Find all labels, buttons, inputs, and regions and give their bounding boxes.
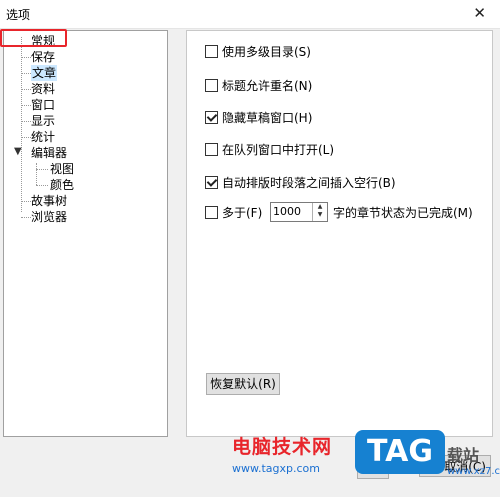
window-title: 选项: [6, 8, 31, 22]
article-options-panel: 使用多级目录(S) 标题允许重名(N) 隐藏草稿窗口(H) 在队列窗口中打开(L…: [186, 30, 493, 437]
stepper-down-icon[interactable]: ▼: [313, 211, 327, 219]
tree-connector-line: [21, 37, 22, 212]
tree-item-window[interactable]: 窗口: [31, 97, 55, 113]
tree-connector-line: [36, 169, 48, 170]
option-more-than[interactable]: 多于(F): [205, 205, 262, 221]
checkbox-allow-duplicate-titles[interactable]: [205, 79, 218, 92]
tree-item-view[interactable]: 视图: [50, 161, 74, 177]
checkbox-open-in-queue[interactable]: [205, 143, 218, 156]
tree-connector-line: [21, 137, 31, 138]
stepper-up-icon[interactable]: ▲: [313, 203, 327, 211]
tree-item-statistics[interactable]: 统计: [31, 129, 55, 145]
checkbox-multilevel-toc[interactable]: [205, 45, 218, 58]
watermark-url: www.tagxp.com: [232, 462, 320, 475]
option-multilevel-toc[interactable]: 使用多级目录(S): [205, 44, 311, 60]
restore-defaults-button[interactable]: 恢复默认(R): [206, 373, 280, 395]
tree-connector-line: [36, 163, 37, 185]
option-label: 隐藏草稿窗口(H): [222, 111, 313, 125]
watermark-side-text: 载站: [447, 446, 480, 465]
word-count-input[interactable]: [271, 203, 311, 219]
stepper-arrows[interactable]: ▲ ▼: [312, 203, 327, 221]
option-label: 标题允许重名(N): [222, 79, 313, 93]
checkbox-hide-draft-window[interactable]: [205, 111, 218, 124]
checkbox-insert-blank-line[interactable]: [205, 176, 218, 189]
tree-connector-line: [21, 105, 31, 106]
tree-item-editor[interactable]: 编辑器: [31, 145, 67, 161]
tree-connector-line: [21, 89, 31, 90]
word-count-stepper[interactable]: ▲ ▼: [270, 202, 328, 222]
tree-item-article[interactable]: 文章: [31, 65, 58, 81]
tree-item-save[interactable]: 保存: [31, 49, 55, 65]
tree-item-color[interactable]: 颜色: [50, 177, 74, 193]
options-tree: 常规 保存 文章 资料 窗口 显示 统计 ▼ 编辑器 视图 颜色 故事树 浏览器: [3, 30, 168, 437]
tree-connector-line: [21, 121, 31, 122]
checkbox-more-than[interactable]: [205, 206, 218, 219]
option-label: 使用多级目录(S): [222, 45, 311, 59]
watermark-logo: TAG: [355, 430, 445, 474]
tree-connector-line: [36, 185, 48, 186]
title-bar: 选项 ✕: [0, 0, 500, 29]
tree-item-data[interactable]: 资料: [31, 81, 55, 97]
annotation-highlight-box: [0, 29, 67, 47]
option-hide-draft-window[interactable]: 隐藏草稿窗口(H): [205, 110, 312, 126]
option-label: 自动排版时段落之间插入空行(B): [222, 176, 396, 190]
tree-connector-line: [21, 57, 31, 58]
tree-item-story-tree[interactable]: 故事树: [31, 193, 67, 209]
option-label: 多于(F): [222, 206, 263, 220]
chevron-down-icon[interactable]: ▼: [14, 146, 22, 157]
option-allow-duplicate-titles[interactable]: 标题允许重名(N): [205, 78, 312, 94]
tree-connector-line: [21, 201, 31, 202]
close-icon[interactable]: ✕: [473, 4, 486, 22]
option-more-than-suffix: 字的章节状态为已完成(M): [333, 206, 473, 220]
option-open-in-queue[interactable]: 在队列窗口中打开(L): [205, 142, 334, 158]
tree-connector-line: [21, 73, 31, 74]
watermark-side-url: www.xz7.com: [447, 466, 500, 477]
option-label: 在队列窗口中打开(L): [222, 143, 335, 157]
tree-item-browser[interactable]: 浏览器: [31, 209, 67, 225]
option-insert-blank-line[interactable]: 自动排版时段落之间插入空行(B): [205, 175, 396, 191]
tree-connector-line: [21, 217, 31, 218]
watermark-site-name: 电脑技术网: [232, 436, 333, 458]
tree-item-display[interactable]: 显示: [31, 113, 55, 129]
